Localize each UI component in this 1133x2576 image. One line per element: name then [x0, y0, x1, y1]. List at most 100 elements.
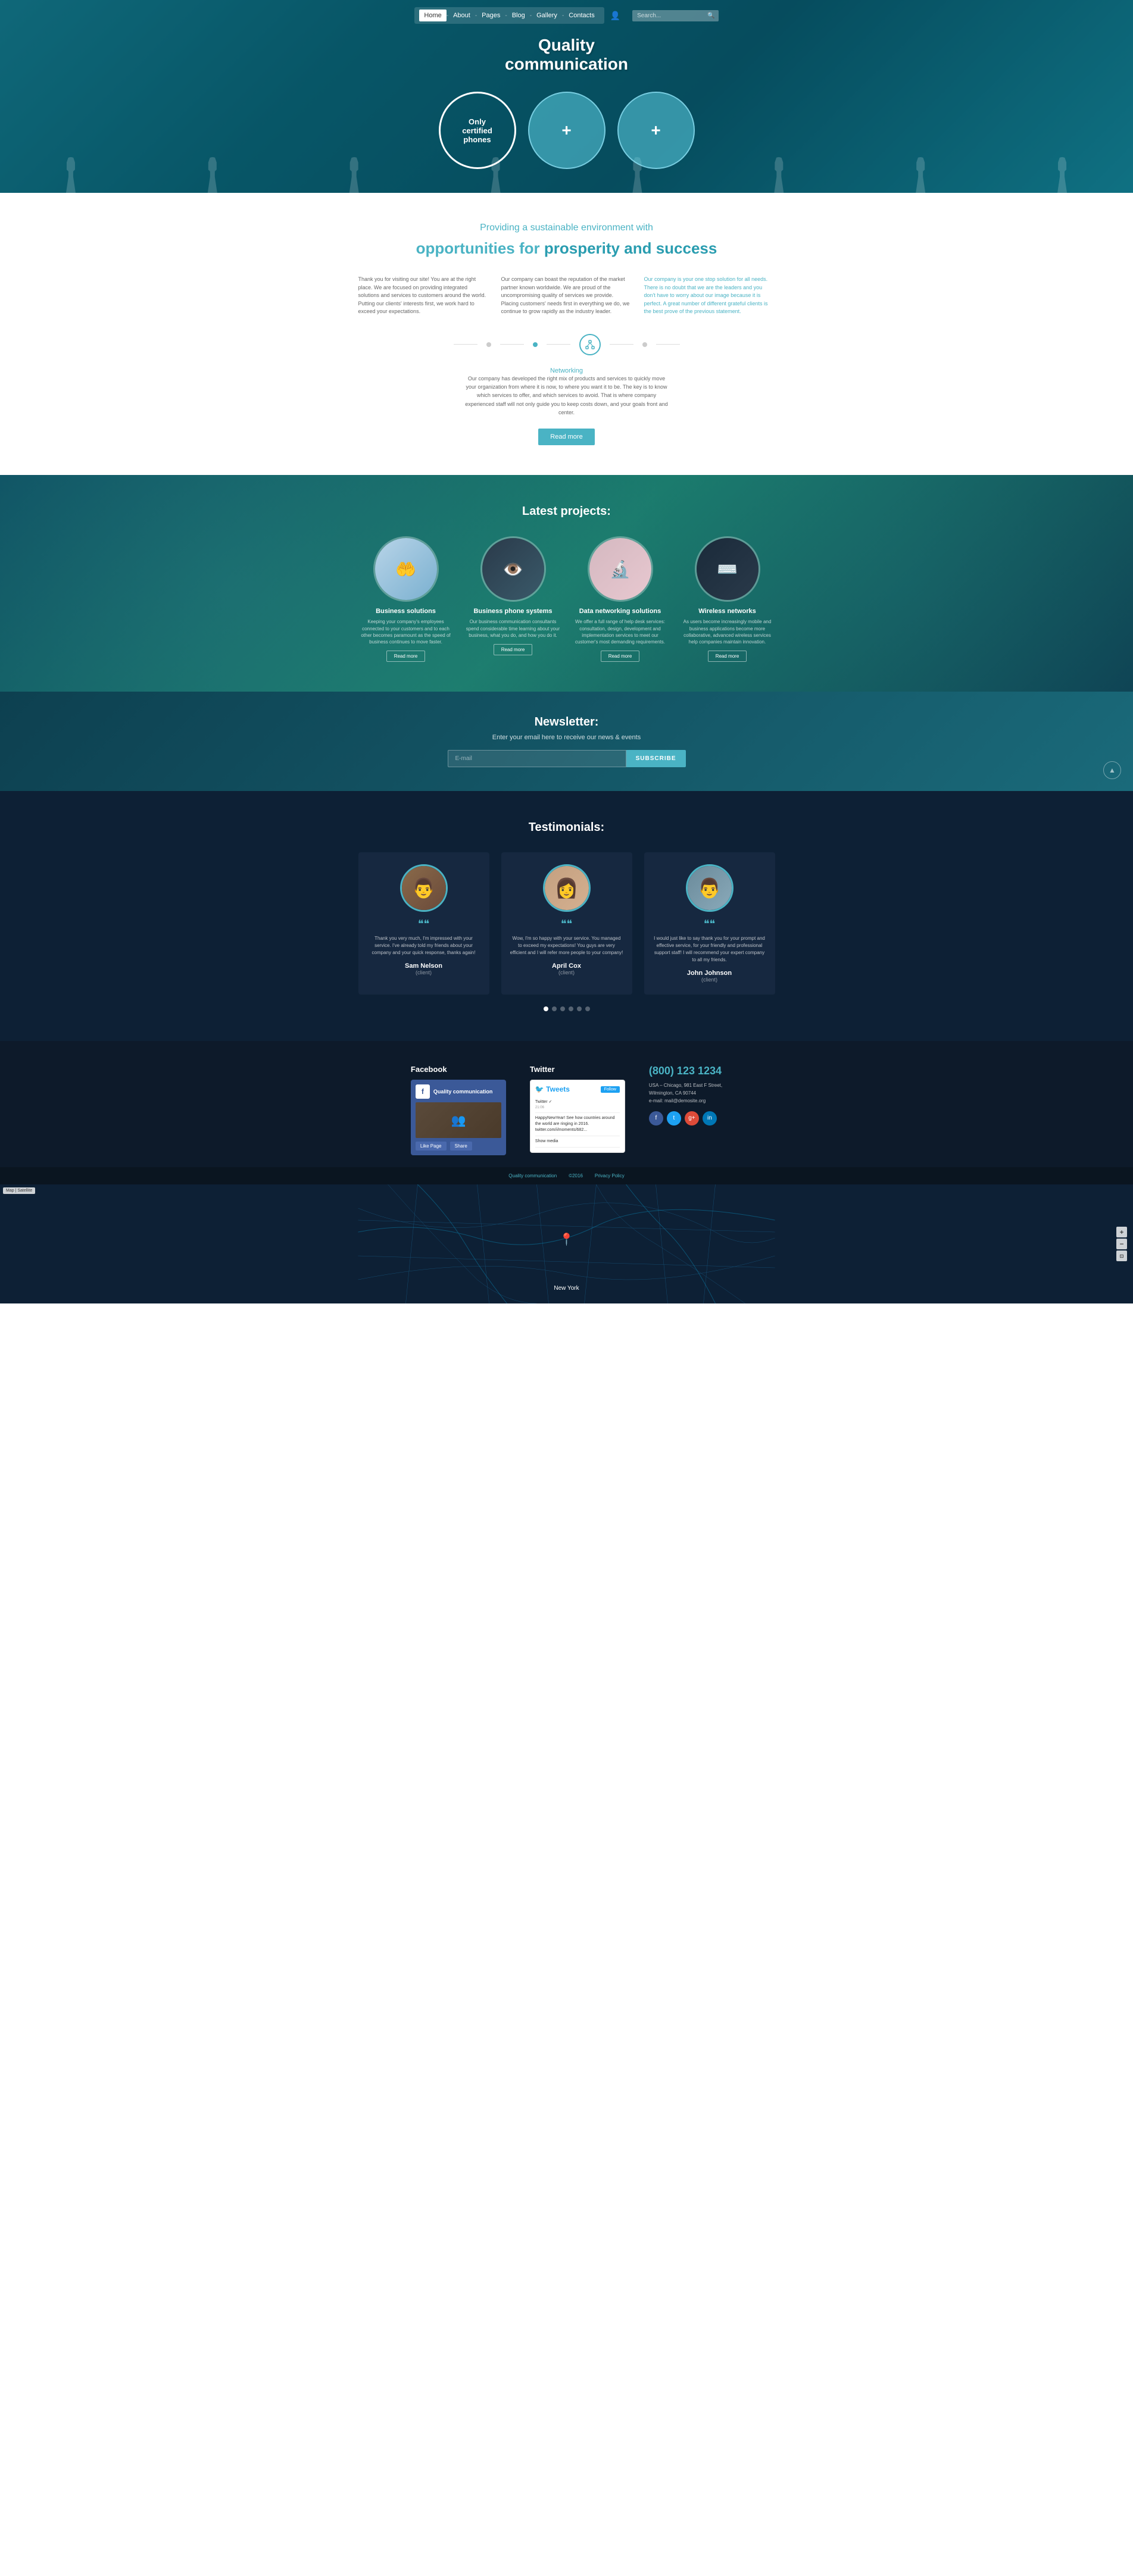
- quote-icon-3: ❝❝: [653, 918, 766, 930]
- tweet-1: Twitter ✓ 21:06: [535, 1097, 620, 1113]
- project-btn-1[interactable]: Read more: [386, 651, 426, 662]
- testimonials-title: Testimonials:: [12, 821, 1121, 834]
- projects-title: Latest projects:: [12, 505, 1121, 518]
- project-card-3: 🔬 Data networking solutions We offer a f…: [573, 536, 668, 662]
- facebook-actions: Like Page Share: [416, 1142, 501, 1151]
- footer-facebook-col: Facebook f Quality communication 👥 Like …: [411, 1065, 506, 1155]
- read-more-button[interactable]: Read more: [538, 429, 594, 445]
- project-card-1: 🤲 Business solutions Keeping your compan…: [358, 536, 454, 662]
- footer-contact-col: (800) 123 1234 USA – Chicago, 981 East F…: [649, 1065, 722, 1155]
- hero-circles: Only certified phones + +: [439, 92, 695, 169]
- testimonial-name-1: Sam Nelson: [367, 962, 480, 970]
- search-input[interactable]: [632, 10, 704, 21]
- testimonial-card-3: 👨 ❝❝ I would just like to say thank you …: [644, 852, 775, 995]
- newsletter-subscribe-button[interactable]: SUBSCRIBE: [626, 750, 686, 767]
- prosperity-title: opportunities for prosperity and success: [12, 239, 1121, 258]
- facebook-share-button[interactable]: Share: [450, 1142, 472, 1151]
- user-icon[interactable]: 👤: [610, 11, 620, 21]
- testimonial-text-3: I would just like to say thank you for y…: [653, 935, 766, 964]
- prosperity-section: Providing a sustainable environment with…: [0, 193, 1133, 475]
- tabs-row: [12, 334, 1121, 355]
- project-img-3: 🔬: [588, 536, 653, 602]
- twitter-logo: 🐦 Tweets: [535, 1085, 570, 1093]
- project-btn-3[interactable]: Read more: [601, 651, 640, 662]
- testimonial-dot-6[interactable]: [585, 1006, 590, 1011]
- newsletter-form: SUBSCRIBE: [448, 750, 686, 767]
- hero-circle-2: +: [528, 92, 605, 169]
- project-card-2: 👁️ Business phone systems Our business c…: [466, 536, 561, 662]
- testimonial-dot-2[interactable]: [552, 1006, 557, 1011]
- social-linkedin-icon[interactable]: in: [703, 1111, 717, 1126]
- testimonial-role-2: (client): [510, 970, 623, 976]
- newsletter-section: Newsletter: Enter your email here to rec…: [0, 692, 1133, 791]
- navbar: Home - About - Pages - Blog - Gallery - …: [0, 0, 1133, 31]
- nav-links: Home - About - Pages - Blog - Gallery - …: [414, 7, 604, 24]
- facebook-logo: f: [416, 1084, 430, 1099]
- nav-blog[interactable]: Blog: [507, 10, 530, 21]
- zoom-out-button[interactable]: −: [1116, 1239, 1127, 1249]
- project-title-1: Business solutions: [358, 608, 454, 615]
- networking-text: Our company has developed the right mix …: [463, 374, 671, 417]
- testimonial-dot-4[interactable]: [569, 1006, 573, 1011]
- social-twitter-icon[interactable]: t: [667, 1111, 681, 1126]
- nav-home[interactable]: Home: [419, 10, 446, 21]
- map-section: Map | Satellite 📍 New York + − ⊡: [0, 1184, 1133, 1303]
- projects-grid: 🤲 Business solutions Keeping your compan…: [344, 536, 790, 662]
- footer-phone: (800) 123 1234: [649, 1065, 722, 1077]
- footer-top: Facebook f Quality communication 👥 Like …: [0, 1041, 1133, 1167]
- hero-circle-certified: Only certified phones: [439, 92, 516, 169]
- project-btn-4[interactable]: Read more: [708, 651, 747, 662]
- newsletter-title: Newsletter:: [12, 715, 1121, 729]
- map-city-label: New York: [554, 1285, 579, 1292]
- quote-icon-2: ❝❝: [510, 918, 623, 930]
- testimonials-grid: 👨 ❝❝ Thank you very much, I'm impressed …: [344, 852, 790, 995]
- tab-networking-icon[interactable]: [579, 334, 601, 355]
- prosperity-col-2: Our company can boast the reputation of …: [501, 276, 632, 316]
- footer-copyright: ©2016: [569, 1173, 583, 1178]
- testimonial-role-3: (client): [653, 977, 766, 983]
- hero-title: Qualitycommunication: [505, 36, 628, 74]
- quote-icon-1: ❝❝: [367, 918, 480, 930]
- project-title-4: Wireless networks: [680, 608, 775, 615]
- project-title-3: Data networking solutions: [573, 608, 668, 615]
- testimonial-avatar-1: 👨: [400, 864, 448, 912]
- map-google-label: Map | Satellite: [3, 1187, 35, 1194]
- testimonial-dot-5[interactable]: [577, 1006, 582, 1011]
- search-button[interactable]: 🔍: [704, 10, 718, 21]
- scroll-top-button[interactable]: ▲: [1103, 761, 1121, 779]
- testimonial-dot-3[interactable]: [560, 1006, 565, 1011]
- tab-label: Networking: [12, 367, 1121, 374]
- testimonial-card-1: 👨 ❝❝ Thank you very much, I'm impressed …: [358, 852, 489, 995]
- newsletter-email-input[interactable]: [448, 750, 626, 767]
- project-title-2: Business phone systems: [466, 608, 561, 615]
- zoom-in-button[interactable]: +: [1116, 1227, 1127, 1237]
- search-bar: 🔍: [632, 10, 718, 21]
- testimonial-role-1: (client): [367, 970, 480, 976]
- testimonial-dot-1[interactable]: [544, 1006, 548, 1011]
- footer-twitter-col: Twitter 🐦 Tweets Follow Twitter ✓ 21:06 …: [530, 1065, 625, 1155]
- newsletter-subtitle: Enter your email here to receive our new…: [12, 734, 1121, 741]
- nav-about[interactable]: About: [448, 10, 475, 21]
- footer-link-quality[interactable]: Quality communication: [508, 1173, 557, 1178]
- testimonial-avatar-3: 👨: [686, 864, 734, 912]
- twitter-follow-button[interactable]: Follow: [601, 1086, 620, 1093]
- project-img-1: 🤲: [373, 536, 439, 602]
- nav-gallery[interactable]: Gallery: [532, 10, 562, 21]
- nav-pages[interactable]: Pages: [477, 10, 505, 21]
- footer-bottom: Quality communication ©2016 Privacy Poli…: [0, 1167, 1133, 1184]
- footer-link-privacy[interactable]: Privacy Policy: [595, 1173, 625, 1178]
- zoom-reset-button[interactable]: ⊡: [1116, 1251, 1127, 1261]
- testimonial-text-1: Thank you very much, I'm impressed with …: [367, 935, 480, 956]
- map-pin: 📍: [559, 1232, 574, 1247]
- social-facebook-icon[interactable]: f: [649, 1111, 663, 1126]
- project-btn-2[interactable]: Read more: [494, 644, 533, 655]
- facebook-widget: f Quality communication 👥 Like Page Shar…: [411, 1080, 506, 1155]
- nav-contacts[interactable]: Contacts: [564, 10, 599, 21]
- social-google-icon[interactable]: g+: [685, 1111, 699, 1126]
- twitter-title: Twitter: [530, 1065, 625, 1074]
- footer-address: USA – Chicago, 981 East F Street, Wilmin…: [649, 1082, 722, 1105]
- facebook-like-button[interactable]: Like Page: [416, 1142, 447, 1151]
- testimonial-name-2: April Cox: [510, 962, 623, 970]
- project-desc-1: Keeping your company's employees connect…: [358, 618, 454, 645]
- tweet-2: HappyNewYear! See how countries around t…: [535, 1113, 620, 1136]
